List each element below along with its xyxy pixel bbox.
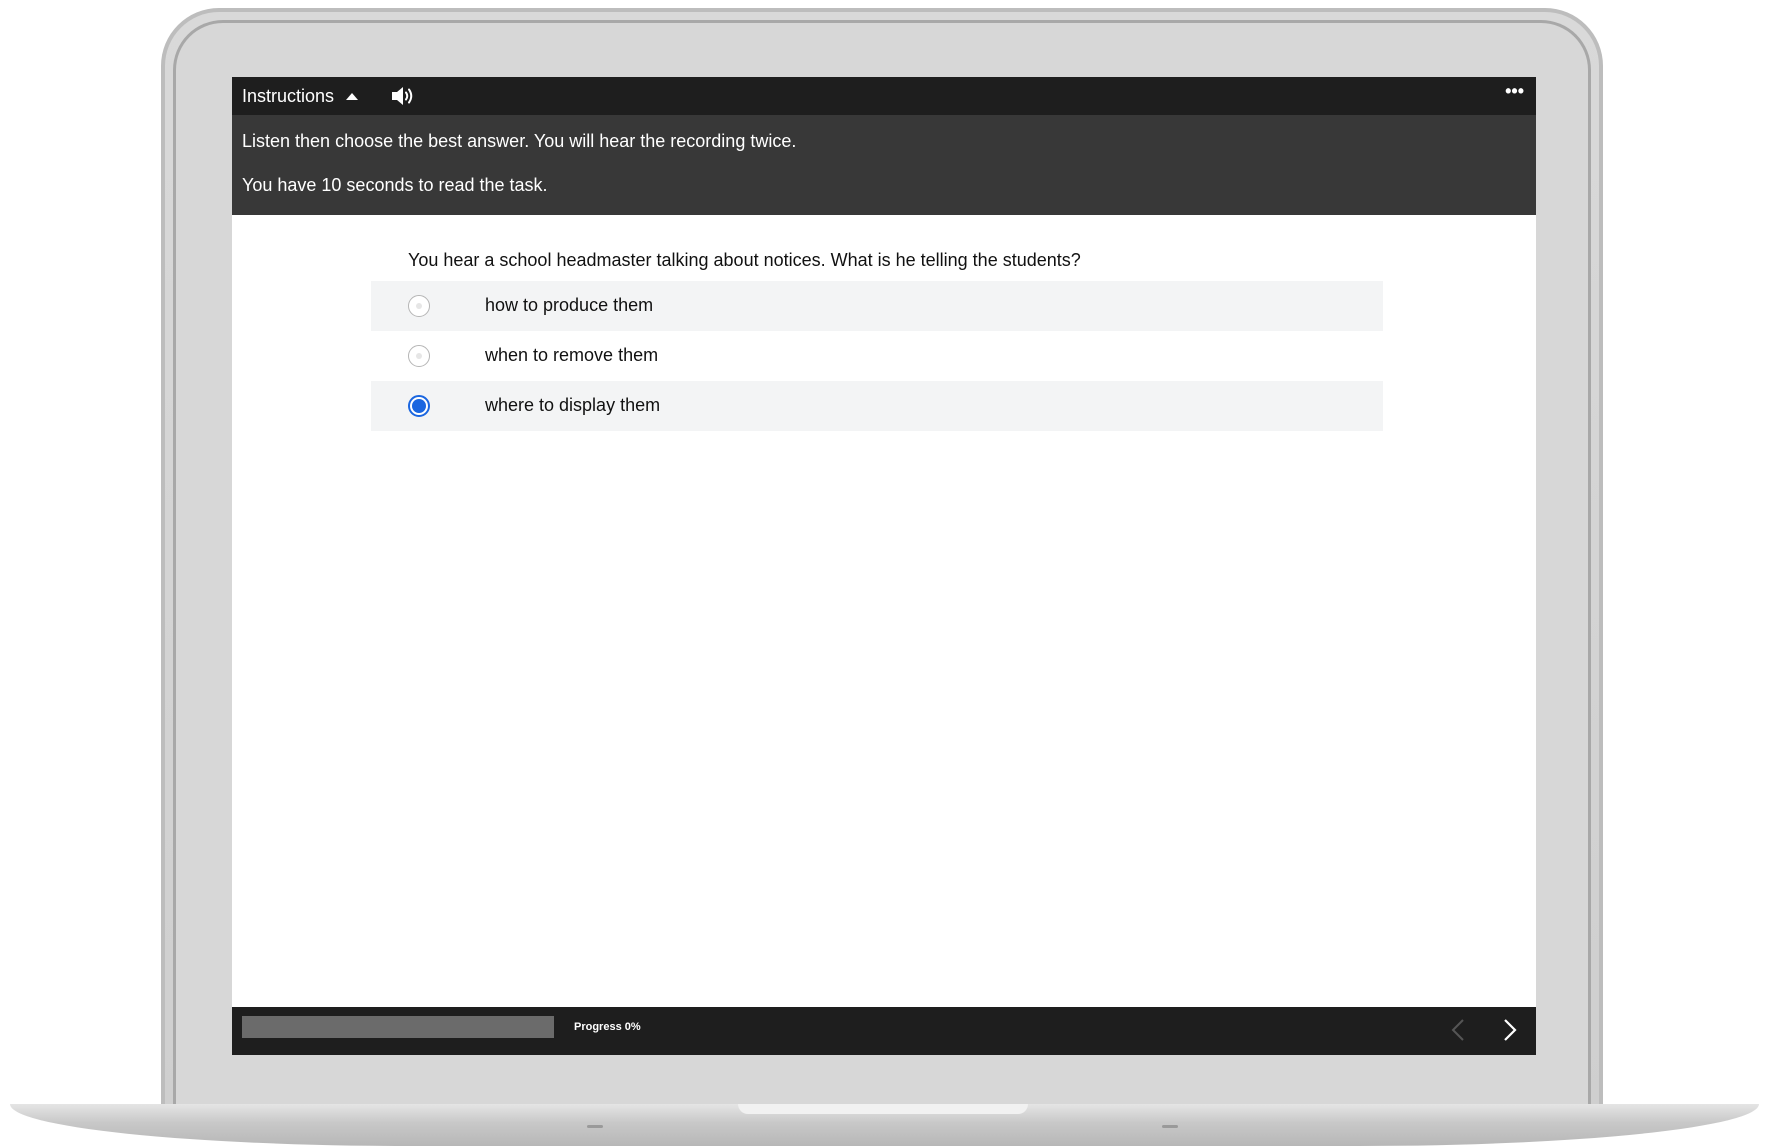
answer-option-label: where to display them [485, 395, 661, 415]
instruction-text-2: You have 10 seconds to read the task. [242, 175, 548, 195]
speaker-icon[interactable] [390, 85, 416, 107]
instructions-panel: Listen then choose the best answer. You … [232, 115, 1536, 215]
answer-option-2[interactable]: when to remove them [371, 331, 1383, 381]
radio-dot [416, 303, 422, 309]
more-options-icon[interactable]: ••• [1505, 82, 1524, 100]
question-text: You hear a school headmaster talking abo… [408, 250, 1081, 270]
instructions-label: Instructions [242, 85, 335, 106]
bottom-toolbar: Progress 0% [232, 1007, 1536, 1055]
caret-up-icon [346, 92, 359, 100]
chevron-left-icon[interactable] [1444, 1015, 1474, 1045]
instruction-text-1: Listen then choose the best answer. You … [242, 131, 797, 151]
laptop-base-notch [738, 1104, 1028, 1114]
instructions-toggle[interactable]: Instructions [242, 77, 359, 115]
radio-button-selected[interactable] [408, 395, 430, 417]
progress-bar [242, 1016, 554, 1038]
answer-option-3[interactable]: where to display them [371, 381, 1383, 431]
app-screen: Instructions ••• Listen then choose the … [232, 77, 1536, 1055]
answer-option-label: when to remove them [485, 345, 659, 365]
answer-option-1[interactable]: how to produce them [371, 281, 1383, 331]
radio-dot [412, 399, 426, 413]
laptop-foot-left [587, 1125, 603, 1128]
laptop-foot-right [1162, 1125, 1178, 1128]
radio-button[interactable] [408, 295, 430, 317]
answer-option-label: how to produce them [485, 295, 654, 315]
progress-label: Progress 0% [574, 1021, 641, 1033]
top-toolbar: Instructions ••• [232, 77, 1536, 115]
chevron-right-icon[interactable] [1494, 1015, 1524, 1045]
radio-dot [416, 353, 422, 359]
answer-options: how to produce them when to remove them … [371, 281, 1383, 431]
radio-button[interactable] [408, 345, 430, 367]
